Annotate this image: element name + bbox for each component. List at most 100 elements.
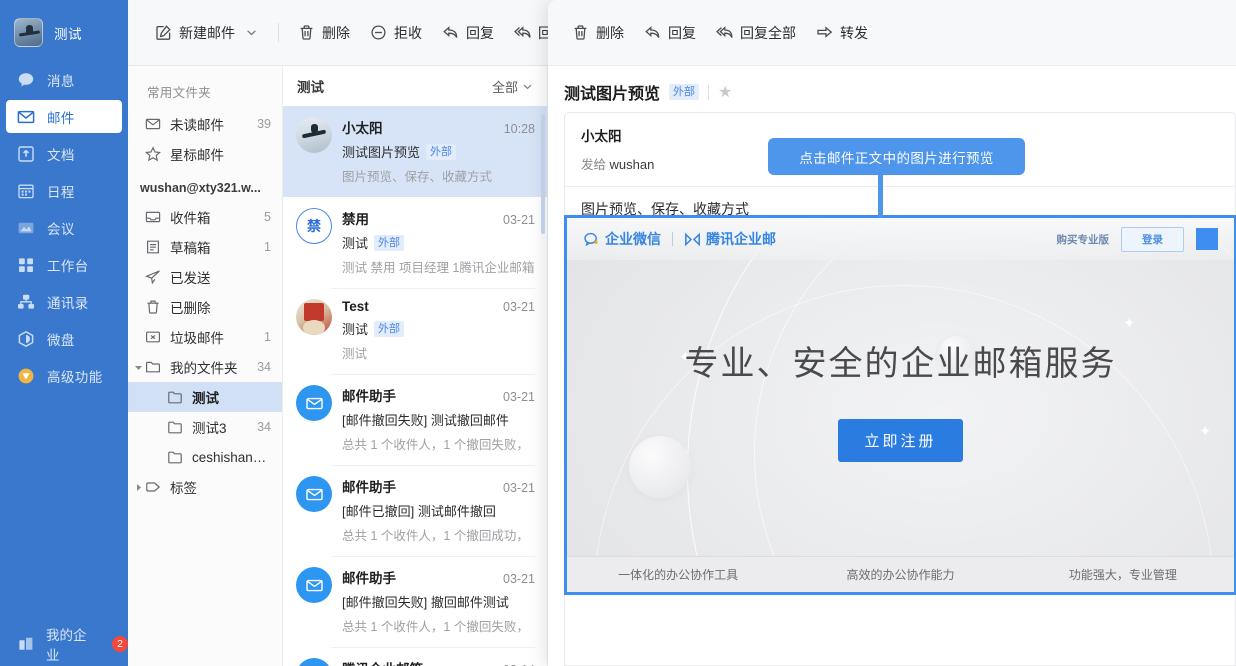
mail-list-item[interactable]: 邮件助手 03-21 [邮件撤回失败] 撤回邮件测试 总共 1 个收件人，1 个… <box>283 556 547 647</box>
page-title: 测试图片预览 <box>564 86 661 103</box>
folder-count: 5 <box>264 210 271 224</box>
avatar: 禁 <box>296 208 332 244</box>
mail-item-subject-row: [邮件已撤回] 测试邮件撤回 <box>342 501 535 520</box>
mail-item-body: Test 03-21 测试 外部 测试 <box>342 299 535 362</box>
star-icon <box>145 146 161 162</box>
mail-list-scrollbar[interactable] <box>541 114 545 234</box>
mail-subject: [邮件已撤回] 测试邮件撤回 <box>342 504 496 519</box>
divider <box>672 232 673 246</box>
reader-reply-all-label: 回复全部 <box>740 24 796 41</box>
chevron-down-icon[interactable] <box>244 25 259 40</box>
sidebar-item-label: 高级功能 <box>47 369 103 385</box>
chevron-right-icon[interactable] <box>134 483 143 492</box>
chevron-down-icon[interactable] <box>134 363 143 372</box>
sidebar-item-messages[interactable]: 消息 <box>6 63 122 96</box>
register-button[interactable]: 立即注册 <box>838 419 963 462</box>
folder-unread[interactable]: 未读邮件 39 <box>128 109 282 139</box>
reply-all-icon <box>716 24 733 41</box>
folder-my-folders[interactable]: 我的文件夹 34 <box>128 352 282 382</box>
chat-icon <box>17 71 35 89</box>
folder-label: 已发送 <box>170 271 211 286</box>
star-icon[interactable]: ★ <box>718 82 732 102</box>
reply-icon <box>644 24 661 41</box>
mail-item-subject-row: 测试 外部 <box>342 319 535 338</box>
mail-list-item[interactable]: 小太阳 10:28 测试图片预览 外部 图片预览、保存、收藏方式 <box>283 106 547 197</box>
reader-reply-button[interactable]: 回复 <box>634 17 706 49</box>
reply-all-icon <box>514 24 531 41</box>
sidebar-item-drive[interactable]: 微盘 <box>6 322 122 355</box>
mail-snippet: 总共 1 个收件人，1 个撤回失败， <box>342 438 529 452</box>
sidebar-item-docs[interactable]: 文档 <box>6 137 122 170</box>
sidebar-item-mail[interactable]: 邮件 <box>6 100 122 133</box>
common-folders-title: 常用文件夹 <box>147 86 212 100</box>
mail-list-item[interactable]: Test 03-21 测试 外部 测试 <box>283 288 547 374</box>
mail-list-item[interactable]: 腾讯企业邮箱 03-14 管理员测试为你开通了业务邮箱 你好，测试 管理员为你开… <box>283 647 547 666</box>
folder-label: 已删除 <box>170 301 211 316</box>
avatar <box>296 567 332 603</box>
blue-block <box>1196 228 1218 250</box>
folder-spam[interactable]: 垃圾邮件 1 <box>128 322 282 352</box>
calendar-icon <box>17 182 35 200</box>
login-button[interactable]: 登录 <box>1121 226 1184 252</box>
folder-count: 39 <box>257 117 271 131</box>
mail-list-filter[interactable]: 全部 <box>492 77 534 96</box>
star-badge-icon <box>17 367 35 385</box>
folder-icon <box>167 419 183 435</box>
folder-ceshi[interactable]: 测试 <box>128 382 282 412</box>
mail-list-header: 测试 全部 <box>283 66 547 106</box>
image-footer-bar: 一体化的办公协作工具 高效的办公协作能力 功能强大，专业管理 <box>567 556 1234 592</box>
compose-button[interactable]: 新建邮件 <box>145 17 269 49</box>
sidebar-item-advanced[interactable]: 高级功能 <box>6 359 122 392</box>
mail-list-item[interactable]: 邮件助手 03-21 [邮件撤回失败] 测试撤回邮件 总共 1 个收件人，1 个… <box>283 374 547 465</box>
reader-forward-label: 转发 <box>840 24 868 41</box>
embedded-image[interactable]: ✦ ✦ ✦ 企业微信 腾讯企业邮 购买专业版 登录 专业、安全的企业邮箱服务 立… <box>564 215 1236 595</box>
folder-deleted[interactable]: 已删除 <box>128 292 282 322</box>
folder-inbox[interactable]: 收件箱 5 <box>128 202 282 232</box>
mail-subject: [邮件撤回失败] 撤回邮件测试 <box>342 595 509 610</box>
reply-label: 回复 <box>466 24 494 41</box>
sidebar-item-contacts[interactable]: 通讯录 <box>6 285 122 318</box>
mail-time: 03-21 <box>503 300 535 314</box>
folder-sent[interactable]: 已发送 <box>128 262 282 292</box>
mail-item-subject-row: 测试图片预览 外部 <box>342 142 535 161</box>
reject-button[interactable]: 拒收 <box>360 17 432 49</box>
mail-sender: 禁用 <box>342 212 369 227</box>
reader-subject-bar: 测试图片预览 外部 ★ <box>548 71 1236 113</box>
reader-delete-button[interactable]: 删除 <box>562 17 634 49</box>
mail-list-item[interactable]: 邮件助手 03-21 [邮件已撤回] 测试邮件撤回 总共 1 个收件人，1 个撤… <box>283 465 547 556</box>
sidebar-item-my-company[interactable]: 我的企业 2 <box>0 622 128 666</box>
mail-time: 10:28 <box>503 122 535 136</box>
folder-tags[interactable]: 标签 <box>128 472 282 502</box>
buy-pro-link[interactable]: 购买专业版 <box>1057 232 1110 247</box>
delete-button[interactable]: 删除 <box>288 17 360 49</box>
mail-icon <box>17 108 35 126</box>
reader-forward-button[interactable]: 转发 <box>806 17 878 49</box>
mail-item-top: 小太阳 10:28 <box>342 117 535 137</box>
folder-label: 测试 <box>192 391 219 406</box>
sidebar-item-meeting[interactable]: 会议 <box>6 211 122 244</box>
mail-item-subject-row: [邮件撤回失败] 测试撤回邮件 <box>342 410 535 429</box>
folder-ceshishanch[interactable]: ceshishanch... <box>128 442 282 472</box>
filter-label: 全部 <box>491 79 518 95</box>
mail-item-body: 小太阳 10:28 测试图片预览 外部 图片预览、保存、收藏方式 <box>342 117 535 185</box>
sidebar-item-label: 邮件 <box>47 110 75 126</box>
doc-icon <box>17 145 35 163</box>
tooltip-connector-line <box>878 174 883 218</box>
mail-time: 03-21 <box>503 572 535 586</box>
status-badge: 外部 <box>374 320 405 337</box>
mail-item-body: 腾讯企业邮箱 03-14 管理员测试为你开通了业务邮箱 你好，测试 管理员为你开… <box>342 658 535 666</box>
folder-starred[interactable]: 星标邮件 <box>128 139 282 169</box>
folder-drafts[interactable]: 草稿箱 1 <box>128 232 282 262</box>
reply-button[interactable]: 回复 <box>432 17 504 49</box>
folder-ceshi3[interactable]: 测试3 34 <box>128 412 282 442</box>
folder-count: 1 <box>264 240 271 254</box>
mail-list-item[interactable]: 禁 禁用 03-21 测试 外部 测试 禁用 项目经理 1腾讯企业邮箱 <box>283 197 547 288</box>
reader-reply-all-button[interactable]: 回复全部 <box>706 17 806 49</box>
profile-row[interactable]: 测试 <box>0 0 128 63</box>
divider <box>708 84 710 100</box>
sidebar-item-calendar[interactable]: 日程 <box>6 174 122 207</box>
sidebar-item-workbench[interactable]: 工作台 <box>6 248 122 281</box>
folder-label: 未读邮件 <box>170 118 224 133</box>
reading-pane-toolbar: 删除 回复 回复全部 转发 <box>548 0 1236 66</box>
